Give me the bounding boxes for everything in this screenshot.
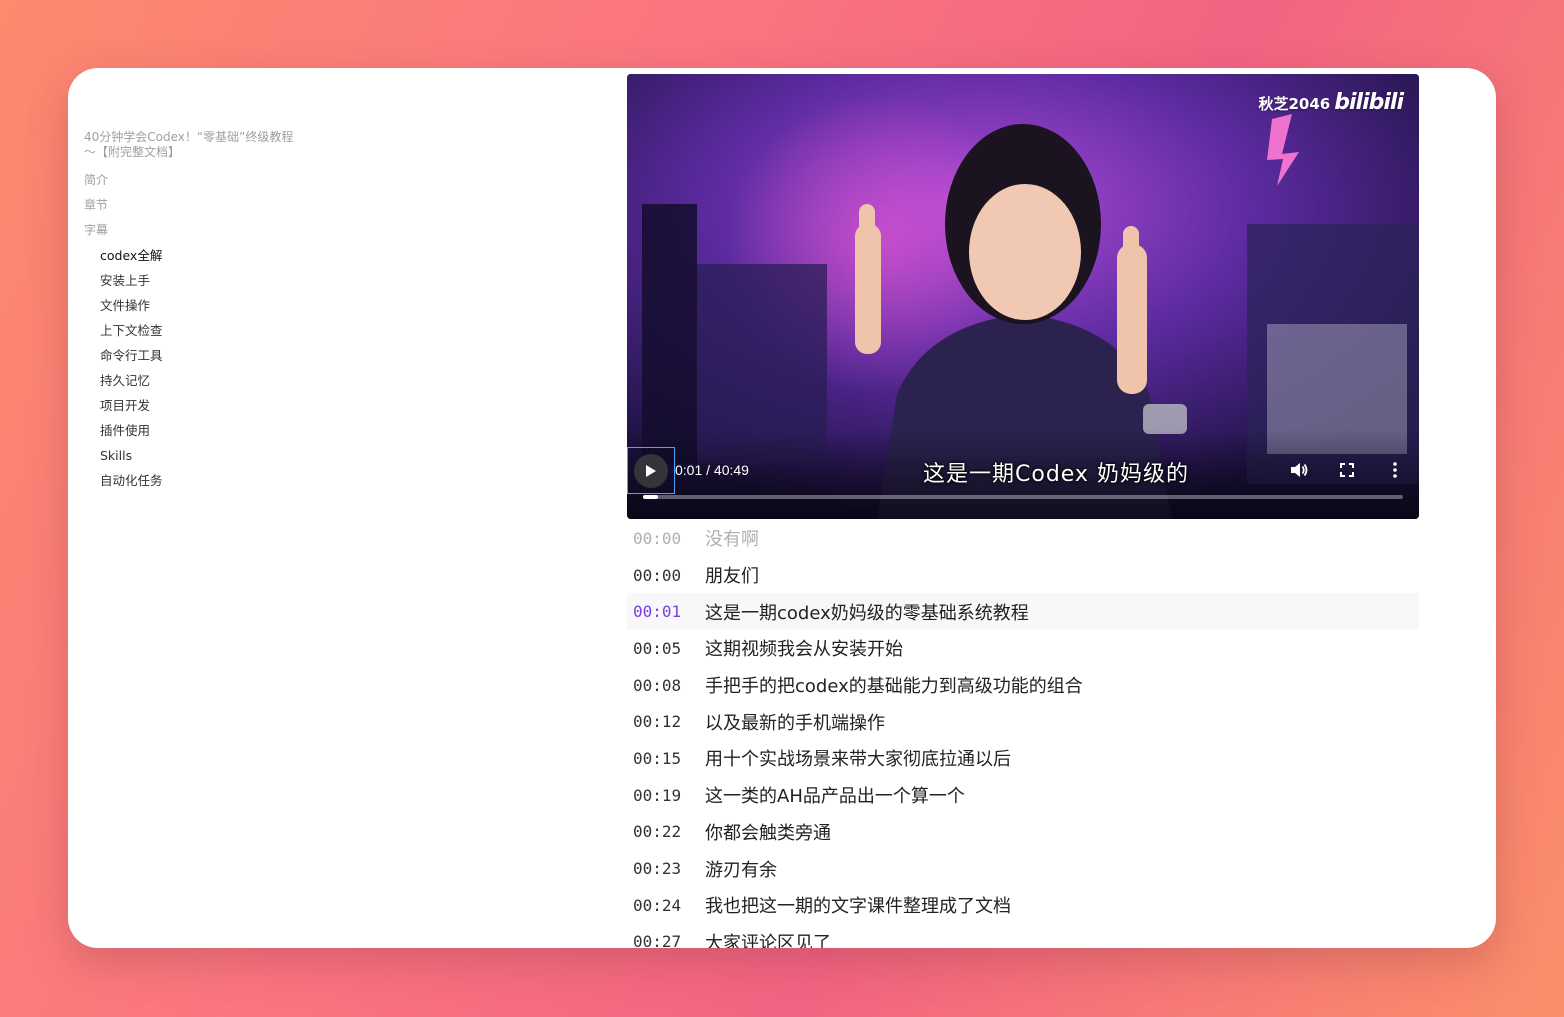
transcript-row[interactable]: 00:15 用十个实战场景来带大家彻底拉通以后 (627, 740, 1419, 777)
transcript-text: 朋友们 (705, 566, 759, 588)
transcript-row[interactable]: 00:19 这一类的AH品产品出一个算一个 (627, 777, 1419, 814)
progress-bar[interactable] (643, 495, 1403, 499)
chapter-item[interactable]: 持久记忆 (84, 368, 304, 393)
transcript-text: 没有啊 (705, 529, 759, 551)
transcript-text: 我也把这一期的文字课件整理成了文档 (705, 896, 1011, 918)
bilibili-logo: bilibili (1334, 90, 1404, 115)
transcript-row[interactable]: 00:12 以及最新的手机端操作 (627, 703, 1419, 740)
transcript-row[interactable]: 00:05 这期视频我会从安装开始 (627, 630, 1419, 667)
transcript-timestamp[interactable]: 00:27 (627, 932, 705, 948)
nav-item-chapters[interactable]: 章节 (84, 193, 304, 218)
volume-button[interactable] (1289, 460, 1309, 480)
transcript-row[interactable]: 00:01 这是一期codex奶妈级的零基础系统教程 (627, 593, 1419, 631)
transcript-row[interactable]: 00:23 游刃有余 (627, 850, 1419, 887)
chapter-item[interactable]: 项目开发 (84, 393, 304, 418)
transcript-row[interactable]: 00:22 你都会触类旁通 (627, 814, 1419, 851)
nav-item-intro[interactable]: 简介 (84, 168, 304, 193)
fullscreen-icon (1340, 463, 1354, 477)
nav-item-subtitles[interactable]: 字幕 (84, 218, 304, 243)
transcript-text: 大家评论区见了 (705, 932, 831, 948)
transcript-timestamp[interactable]: 00:23 (627, 859, 705, 878)
transcript-timestamp[interactable]: 00:12 (627, 712, 705, 731)
transcript-timestamp[interactable]: 00:24 (627, 896, 705, 915)
chapter-item[interactable]: codex全解 (84, 243, 304, 268)
transcript-list: 00:00 没有啊 00:00 朋友们 00:01 这是一期codex奶妈级的零基础系统教… (627, 520, 1419, 948)
chapter-list: codex全解 安装上手 文件操作 上下文检查 命令行工具 持久记忆 项目开发 … (84, 243, 304, 493)
transcript-row[interactable]: 00:00 朋友们 (627, 557, 1419, 594)
chapter-item[interactable]: 命令行工具 (84, 343, 304, 368)
burned-in-subtitle: 这是一期Codex 奶妈级的 (923, 462, 1189, 487)
video-watermark: 秋芝2046 bilibili (1259, 90, 1404, 115)
watermark-user: 秋芝2046 (1258, 95, 1331, 113)
chapter-item[interactable]: 安装上手 (84, 268, 304, 293)
play-icon (646, 464, 656, 477)
transcript-timestamp[interactable]: 00:15 (627, 749, 705, 768)
transcript-timestamp[interactable]: 00:08 (627, 676, 705, 695)
transcript-text: 以及最新的手机端操作 (705, 712, 885, 734)
time-readout: 0:01 / 40:49 (675, 462, 749, 478)
transcript-text: 这一类的AH品产品出一个算一个 (705, 786, 965, 808)
play-button[interactable] (627, 447, 675, 494)
transcript-row[interactable]: 00:27 大家评论区见了 (627, 924, 1419, 948)
transcript-timestamp[interactable]: 00:05 (627, 639, 705, 658)
transcript-timestamp[interactable]: 00:22 (627, 822, 705, 841)
chapter-item[interactable]: 插件使用 (84, 418, 304, 443)
transcript-text: 你都会触类旁通 (705, 822, 831, 844)
transcript-row[interactable]: 00:24 我也把这一期的文字课件整理成了文档 (627, 887, 1419, 924)
transcript-text: 这是一期codex奶妈级的零基础系统教程 (705, 602, 1029, 624)
more-options-button[interactable] (1385, 460, 1405, 480)
chapter-item[interactable]: 自动化任务 (84, 468, 304, 493)
transcript-text: 手把手的把codex的基础能力到高级功能的组合 (705, 676, 1083, 698)
chapter-item[interactable]: Skills (84, 443, 304, 468)
transcript-timestamp[interactable]: 00:01 (627, 602, 705, 621)
chapter-item[interactable]: 文件操作 (84, 293, 304, 318)
transcript-text: 这期视频我会从安装开始 (705, 639, 903, 661)
sidebar: 40分钟学会Codex！“零基础”终级教程～【附完整文档】 简介 章节 字幕 c… (84, 130, 304, 493)
transcript-text: 用十个实战场景来带大家彻底拉通以后 (705, 749, 1011, 771)
document-title[interactable]: 40分钟学会Codex！“零基础”终级教程～【附完整文档】 (84, 130, 304, 160)
fullscreen-button[interactable] (1337, 460, 1357, 480)
transcript-timestamp[interactable]: 00:00 (627, 566, 705, 585)
transcript-text: 游刃有余 (705, 859, 777, 881)
app-window: 40分钟学会Codex！“零基础”终级教程～【附完整文档】 简介 章节 字幕 c… (68, 68, 1496, 948)
video-player[interactable]: 秋芝2046 bilibili 0:01 / 40:49 这是一期Codex 奶妈… (627, 74, 1419, 519)
transcript-timestamp[interactable]: 00:19 (627, 786, 705, 805)
transcript-row[interactable]: 00:08 手把手的把codex的基础能力到高级功能的组合 (627, 667, 1419, 704)
transcript-timestamp[interactable]: 00:00 (627, 529, 705, 548)
chapter-item[interactable]: 上下文检查 (84, 318, 304, 343)
volume-icon (1291, 463, 1308, 477)
transcript-row[interactable]: 00:00 没有啊 (627, 520, 1419, 557)
more-options-icon (1393, 462, 1397, 478)
progress-fill (643, 495, 659, 499)
